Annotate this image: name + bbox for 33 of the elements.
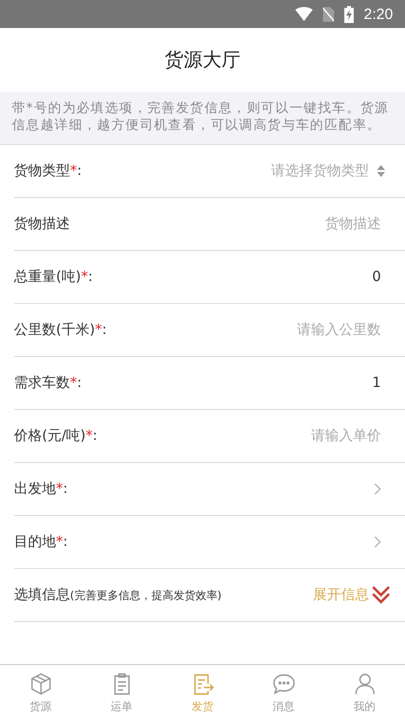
optional-info-label: 选填信息(完善更多信息，提高发货效率) xyxy=(14,586,222,604)
tab-item[interactable]: 发货 xyxy=(162,665,243,720)
expand-info-link[interactable]: 展开信息 xyxy=(313,586,391,604)
page-title: 货源大厅 xyxy=(164,48,240,73)
battery-charging-icon xyxy=(344,6,354,22)
chevron-right-icon[interactable] xyxy=(374,483,381,495)
tab-item[interactable]: 货源 xyxy=(0,665,81,720)
input-field[interactable]: 请输入公里数 xyxy=(201,322,381,338)
no-sim-icon xyxy=(322,6,334,22)
field-label: 总重量(吨)*: xyxy=(14,268,93,286)
input-field[interactable]: 货物描述 xyxy=(201,216,381,232)
chevron-right-icon[interactable] xyxy=(374,536,381,548)
field-label: 货物类型*: xyxy=(14,162,82,180)
field-label: 公里数(千米)*: xyxy=(14,321,107,339)
field-label: 需求车数*: xyxy=(14,374,82,392)
tab-item[interactable]: 运单 xyxy=(81,665,162,720)
tab-item[interactable]: 消息 xyxy=(243,665,324,720)
input-field[interactable]: 1 xyxy=(201,375,381,391)
wifi-icon xyxy=(294,7,313,21)
field-label: 目的地*: xyxy=(14,533,68,551)
notice-text: 带*号的为必填选项，完善发货信息，则可以一键找车。货源信息越详细，越方便司机查看，可以调高货与车的匹配率。 xyxy=(12,100,390,134)
tab-item[interactable]: 我的 xyxy=(324,665,405,720)
chat-bubble-icon xyxy=(272,672,296,696)
field-label: 价格(元/吨)*: xyxy=(14,427,98,445)
field-label: 出发地*: xyxy=(14,480,68,498)
input-field[interactable]: 0 xyxy=(201,269,381,285)
clock-time: 2:20 xyxy=(364,6,393,22)
sort-arrows-icon xyxy=(377,165,385,177)
input-field[interactable]: 请输入单价 xyxy=(201,428,381,444)
person-icon xyxy=(352,672,376,696)
box-icon xyxy=(28,672,52,696)
type-dropdown[interactable]: 请选择货物类型 xyxy=(271,162,385,180)
field-label: 货物描述 xyxy=(14,215,70,233)
